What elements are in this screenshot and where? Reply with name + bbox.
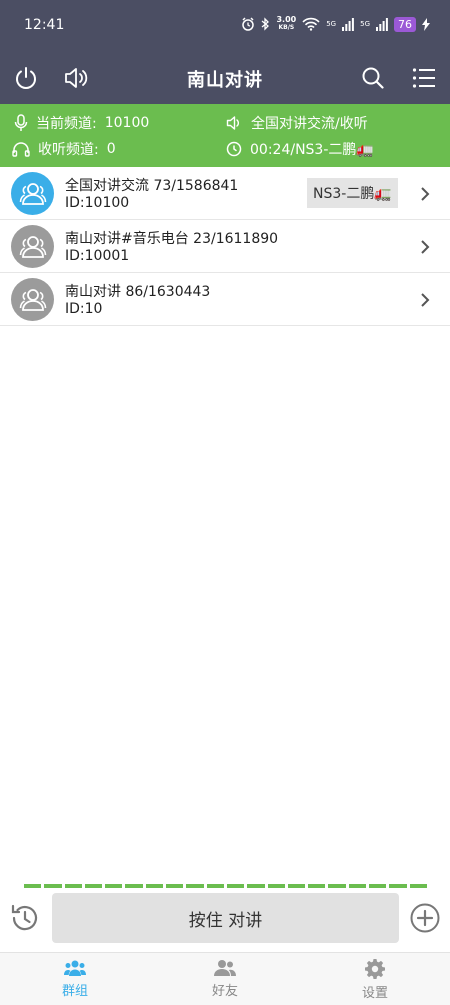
status-icons: 3.00 KB/S 5G 5G 76: [241, 16, 430, 32]
microphone-icon: [14, 114, 28, 131]
group-row[interactable]: 全国对讲交流 73/1586841 ID:10100 NS3-二鹏🚛: [0, 167, 450, 220]
group-name: 南山对讲 86/1630443: [65, 284, 211, 300]
history-button[interactable]: [9, 902, 41, 934]
volume-icon: [226, 116, 239, 130]
search-button[interactable]: [358, 64, 388, 92]
listen-channel-label: 收听频道:: [38, 142, 99, 158]
speaker-text: 全国对讲交流/收听: [251, 116, 368, 132]
group-row[interactable]: 南山对讲#音乐电台 23/1611890 ID:10001: [0, 220, 450, 273]
menu-button[interactable]: [409, 64, 439, 92]
nav-friends[interactable]: 好友: [150, 953, 300, 1005]
signal-icon-2: [376, 17, 388, 31]
last-speech-text: 00:24/NS3-二鹏🚛: [250, 142, 374, 158]
current-speaker-tag: NS3-二鹏🚛: [307, 178, 398, 208]
group-avatar: [11, 278, 54, 321]
listen-channel-value: 0: [106, 141, 116, 157]
charging-icon: [422, 17, 430, 31]
friends-icon: [214, 960, 236, 976]
groups-icon: [64, 960, 86, 976]
speaker-info: 全国对讲交流/收听: [226, 113, 368, 133]
nav-friends-label: 好友: [211, 984, 238, 999]
signal-label-2: 5G: [360, 20, 370, 28]
ptt-area: 按住 对讲: [0, 888, 450, 952]
group-id: ID:10001: [65, 248, 130, 264]
last-speech-info: 00:24/NS3-二鹏🚛: [226, 139, 374, 159]
nav-settings[interactable]: 设置: [300, 953, 450, 1005]
alarm-icon: [242, 17, 255, 31]
signal-label-1: 5G: [326, 20, 337, 28]
group-users-icon: [19, 182, 46, 205]
group-name: 南山对讲#音乐电台 23/1611890: [65, 231, 279, 247]
nav-groups-label: 群组: [61, 984, 88, 999]
group-row[interactable]: 南山对讲 86/1630443 ID:10: [0, 273, 450, 326]
bottom-nav: 群组 好友 设置: [0, 952, 450, 1005]
chevron-right-icon: [421, 293, 430, 307]
group-id: ID:10100: [65, 195, 130, 211]
group-users-icon: [19, 235, 46, 258]
group-name: 全国对讲交流 73/1586841: [65, 178, 239, 194]
chevron-right-icon: [421, 240, 430, 254]
app-bar: 南山对讲: [0, 52, 450, 104]
group-users-icon: [19, 288, 46, 311]
status-bar: 12:41 3.00 KB/S 5G 5G 76: [0, 0, 450, 52]
network-speed-unit: KB/S: [278, 24, 295, 31]
push-to-talk-button[interactable]: 按住 对讲: [52, 893, 399, 943]
channel-info-panel: 当前频道: 10100 收听频道: 0 全国对讲交流/收听 00:24/NS3-…: [0, 104, 450, 167]
group-avatar: [11, 225, 54, 268]
status-time: 12:41: [24, 17, 65, 33]
add-circle-icon: [410, 903, 440, 933]
battery-indicator: 76: [394, 16, 416, 32]
group-list: 全国对讲交流 73/1586841 ID:10100 NS3-二鹏🚛 南山对讲#…: [0, 167, 450, 326]
nav-groups[interactable]: 群组: [0, 953, 150, 1005]
bluetooth-icon: [262, 17, 270, 31]
nav-settings-label: 设置: [361, 986, 388, 1001]
current-channel-info: 当前频道: 10100: [14, 113, 149, 133]
listen-channel-info: 收听频道: 0: [12, 139, 116, 159]
network-speed-value: 3.00: [276, 15, 297, 24]
signal-icon: [342, 17, 355, 31]
group-id: ID:10: [65, 301, 103, 317]
chevron-right-icon: [421, 187, 430, 201]
network-speed: 3.00 KB/S: [276, 16, 296, 32]
history-clock-icon: [226, 141, 242, 157]
add-button[interactable]: [409, 902, 441, 934]
group-avatar: [11, 172, 54, 215]
headphones-icon: [12, 142, 30, 157]
search-icon: [362, 67, 384, 89]
wifi-icon: [302, 17, 320, 31]
settings-gear-icon: [365, 959, 385, 979]
history-icon: [11, 904, 38, 931]
current-channel-label: 当前频道:: [36, 116, 97, 132]
menu-list-icon: [412, 68, 435, 88]
current-channel-value: 10100: [104, 115, 150, 131]
